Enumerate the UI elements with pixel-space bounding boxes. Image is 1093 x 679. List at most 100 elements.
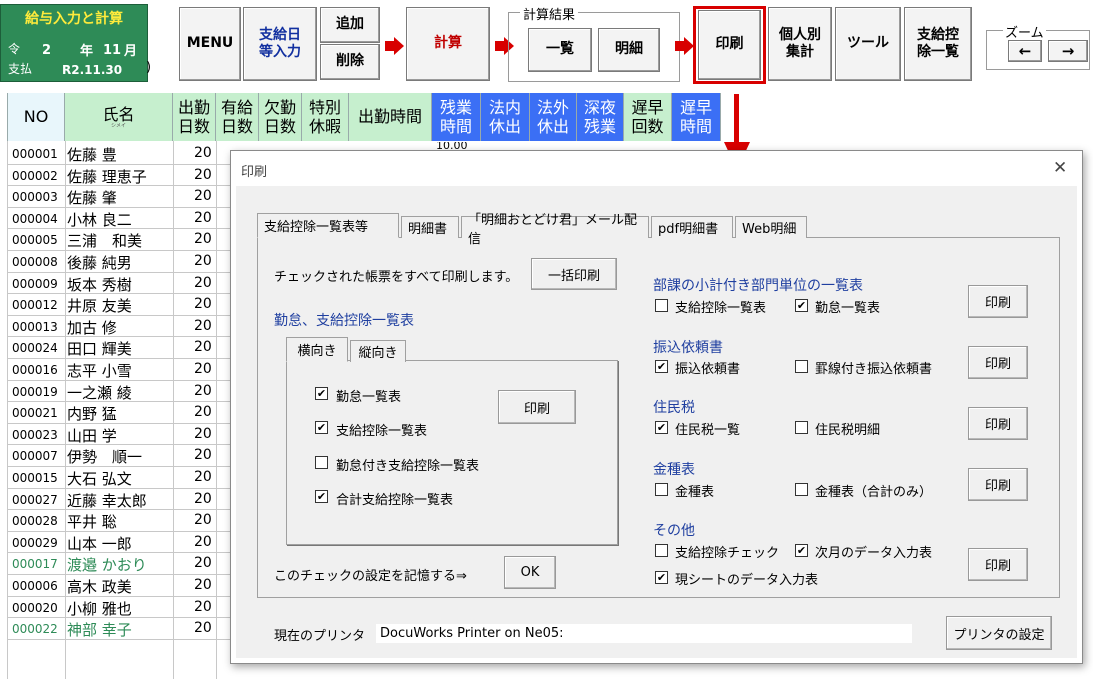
checkbox-denomination[interactable] (655, 483, 668, 496)
header-work-hours: 出勤時間 (349, 93, 432, 141)
tab-pdf-statement[interactable]: pdf明細書 (651, 216, 733, 238)
row-name: 伊勢 順一 (67, 448, 143, 467)
checkbox-attendance-deduction-list[interactable] (315, 456, 328, 469)
row-name: 後藤 純男 (67, 254, 132, 272)
resident-tax-print-button[interactable]: 印刷 (968, 407, 1028, 440)
menu-button[interactable]: MENU (179, 7, 241, 81)
tools-button[interactable]: ツール (835, 7, 901, 81)
row-work-days: 20 (194, 209, 212, 226)
tab-portrait[interactable]: 縦向き (350, 340, 406, 362)
row-name: 平井 聡 (67, 513, 117, 532)
tab-statement[interactable]: 明細書 (401, 216, 459, 238)
arrow-icon (385, 37, 404, 55)
batch-print-text: チェックされた帳票をすべて印刷します。 (274, 270, 519, 285)
checkbox-transfer-request[interactable]: ✔ (655, 360, 668, 373)
month-unit: 月 (124, 44, 138, 59)
printer-label: 現在のプリンタ (274, 629, 366, 644)
row-work-days: 20 (194, 577, 212, 593)
row-no: 000019 (12, 384, 58, 399)
row-no: 000016 (12, 363, 58, 377)
checkbox-deduction-list[interactable]: ✔ (315, 421, 328, 434)
year-unit: 年 (80, 44, 94, 59)
row-work-days: 20 (194, 490, 212, 507)
tab-mail-delivery[interactable]: 「明細おとどけ君」メール配信 (461, 213, 649, 247)
row-name: 渡邉 かおり (67, 556, 147, 575)
label-attendance-deduction-list: 勤怠付き支給控除一覧表 (336, 459, 480, 474)
label-transfer-request: 振込依頼書 (675, 362, 741, 377)
deduction-list-button[interactable]: 支給控 除一覧 (904, 7, 972, 81)
checkbox-deduction-check[interactable] (655, 544, 668, 557)
row-no: 000012 (12, 298, 58, 313)
ok-button[interactable]: OK (504, 556, 556, 589)
row-work-days: 20 (194, 274, 212, 291)
header-late-hours: 遅早 時間 (672, 93, 721, 141)
printer-settings-button[interactable]: プリンタの設定 (946, 616, 1052, 650)
checkbox-dept-deduction-list[interactable] (655, 299, 668, 312)
header-paid-days: 有給 日数 (216, 93, 259, 141)
checkbox-resident-tax-detail[interactable] (795, 421, 808, 434)
row-name: 三浦 和美 (67, 232, 143, 251)
app-title: 給与入力と計算 (25, 11, 123, 27)
row-no: 000021 (12, 406, 58, 421)
row-work-days: 20 (194, 145, 212, 161)
dialog-close-icon[interactable]: ✕ (1053, 158, 1067, 178)
tab-landscape[interactable]: 横向き (286, 337, 348, 362)
zoom-in-button[interactable]: → (1048, 40, 1088, 62)
label-denomination-total: 金種表（合計のみ） (815, 485, 933, 500)
other-print-button[interactable]: 印刷 (968, 548, 1028, 581)
row-work-days: 20 (194, 339, 212, 356)
tab-web-statement[interactable]: Web明細 (735, 216, 807, 238)
checkbox-resident-tax-list[interactable]: ✔ (655, 421, 668, 434)
checkbox-attendance-list[interactable]: ✔ (315, 387, 328, 400)
tab-deduction-list[interactable]: 支給控除一覧表等 (257, 213, 399, 238)
row-work-days: 20 (194, 361, 212, 377)
checkbox-ruled-transfer-request[interactable] (795, 360, 808, 373)
calc-button[interactable]: 計算 (406, 7, 490, 81)
row-no: 000029 (12, 535, 58, 550)
label-dept-deduction-list: 支給控除一覧表 (675, 301, 767, 316)
row-name: 内野 猛 (67, 405, 117, 424)
header-name-label: 氏名 (102, 104, 135, 124)
row-work-days: 20 (194, 425, 212, 442)
add-button[interactable]: 追加 (320, 7, 380, 43)
month-value: 11 (103, 43, 122, 58)
row-no: 000027 (12, 492, 58, 507)
header-absent-days: 欠勤 日数 (259, 93, 302, 141)
row-no: 000001 (12, 147, 58, 161)
list-button[interactable]: 一覧 (528, 28, 592, 72)
row-no: 000005 (12, 233, 58, 248)
row-no: 000008 (12, 255, 58, 269)
delete-button[interactable]: 削除 (320, 44, 380, 80)
row-work-days: 20 (194, 253, 212, 269)
row-name: 高木 政美 (67, 578, 132, 596)
checkbox-next-month-input[interactable]: ✔ (795, 544, 808, 557)
row-no: 000004 (12, 211, 58, 226)
checkbox-total-deduction-list[interactable]: ✔ (315, 490, 328, 503)
header-work-days: 出勤 日数 (173, 93, 216, 141)
inner-print-button[interactable]: 印刷 (498, 390, 576, 424)
zoom-label: ズーム (1003, 22, 1046, 41)
section-denomination-title: 金種表 (653, 462, 695, 478)
row-name: 志平 小雪 (67, 362, 132, 380)
transfer-print-button[interactable]: 印刷 (968, 346, 1028, 379)
payday-input-button[interactable]: 支給日 等入力 (243, 7, 317, 81)
denomination-print-button[interactable]: 印刷 (968, 468, 1028, 501)
row-work-days: 20 (194, 512, 212, 529)
label-resident-tax-detail: 住民税明細 (815, 423, 881, 438)
detail-button[interactable]: 明細 (598, 28, 660, 72)
row-name: 小林 良二 (67, 210, 132, 229)
checkbox-denomination-total[interactable] (795, 483, 808, 496)
row-no: 000013 (12, 319, 58, 334)
row-work-days: 20 (194, 188, 212, 205)
individual-summary-button[interactable]: 個人別 集計 (768, 7, 832, 81)
checkbox-dept-attendance-list[interactable]: ✔ (795, 299, 808, 312)
calc-result-label: 計算結果 (520, 4, 579, 23)
dept-print-button[interactable]: 印刷 (968, 285, 1028, 318)
label-current-sheet-input: 現シートのデータ入力表 (675, 573, 819, 588)
row-work-days: 20 (194, 620, 212, 637)
batch-print-button[interactable]: 一括印刷 (531, 258, 617, 290)
zoom-out-button[interactable]: ← (1008, 40, 1042, 62)
row-no: 000002 (12, 168, 58, 183)
checkbox-current-sheet-input[interactable]: ✔ (655, 571, 668, 584)
print-button[interactable]: 印刷 (698, 10, 761, 80)
